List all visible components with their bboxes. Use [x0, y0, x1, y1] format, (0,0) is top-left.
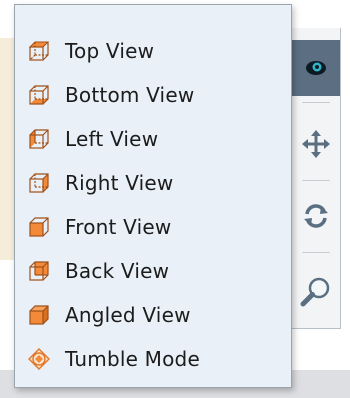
tumble-mode-icon — [27, 347, 51, 371]
zoom-icon — [300, 277, 330, 307]
cube-top-icon — [27, 39, 51, 63]
pan-icon — [302, 130, 330, 158]
menu-item-label: Front View — [65, 215, 172, 239]
cube-bottom-icon — [27, 83, 51, 107]
view-mode-icon — [306, 61, 326, 75]
menu-item-top-view[interactable]: Top View — [27, 31, 277, 71]
rotate-button[interactable] — [292, 188, 340, 244]
menu-item-right-view[interactable]: Right View — [27, 163, 277, 203]
toolbar-divider — [302, 180, 330, 181]
cube-back-icon — [27, 259, 51, 283]
cube-right-icon — [27, 171, 51, 195]
pan-button[interactable] — [292, 116, 340, 172]
menu-item-label: Angled View — [65, 303, 191, 327]
menu-item-left-view[interactable]: Left View — [27, 119, 277, 159]
menu-item-angled-view[interactable]: Angled View — [27, 295, 277, 335]
menu-item-label: Tumble Mode — [65, 347, 200, 371]
menu-item-tumble-mode[interactable]: Tumble Mode — [27, 339, 277, 379]
menu-item-front-view[interactable]: Front View — [27, 207, 277, 247]
menu-item-label: Bottom View — [65, 83, 195, 107]
cube-front-icon — [27, 215, 51, 239]
view-toolbar — [291, 28, 341, 329]
menu-item-label: Left View — [65, 127, 159, 151]
view-menu: Top View Bottom View Left View Right Vie… — [14, 4, 292, 388]
cube-angled-icon — [27, 303, 51, 327]
menu-item-label: Right View — [65, 171, 174, 195]
menu-item-label: Top View — [65, 39, 155, 63]
menu-item-label: Back View — [65, 259, 170, 283]
zoom-button[interactable] — [292, 264, 340, 320]
toolbar-divider — [302, 102, 330, 103]
menu-item-back-view[interactable]: Back View — [27, 251, 277, 291]
menu-item-bottom-view[interactable]: Bottom View — [27, 75, 277, 115]
cube-left-icon — [27, 127, 51, 151]
view-mode-button[interactable] — [292, 40, 340, 96]
toolbar-divider — [302, 252, 330, 253]
rotate-icon — [304, 204, 328, 228]
